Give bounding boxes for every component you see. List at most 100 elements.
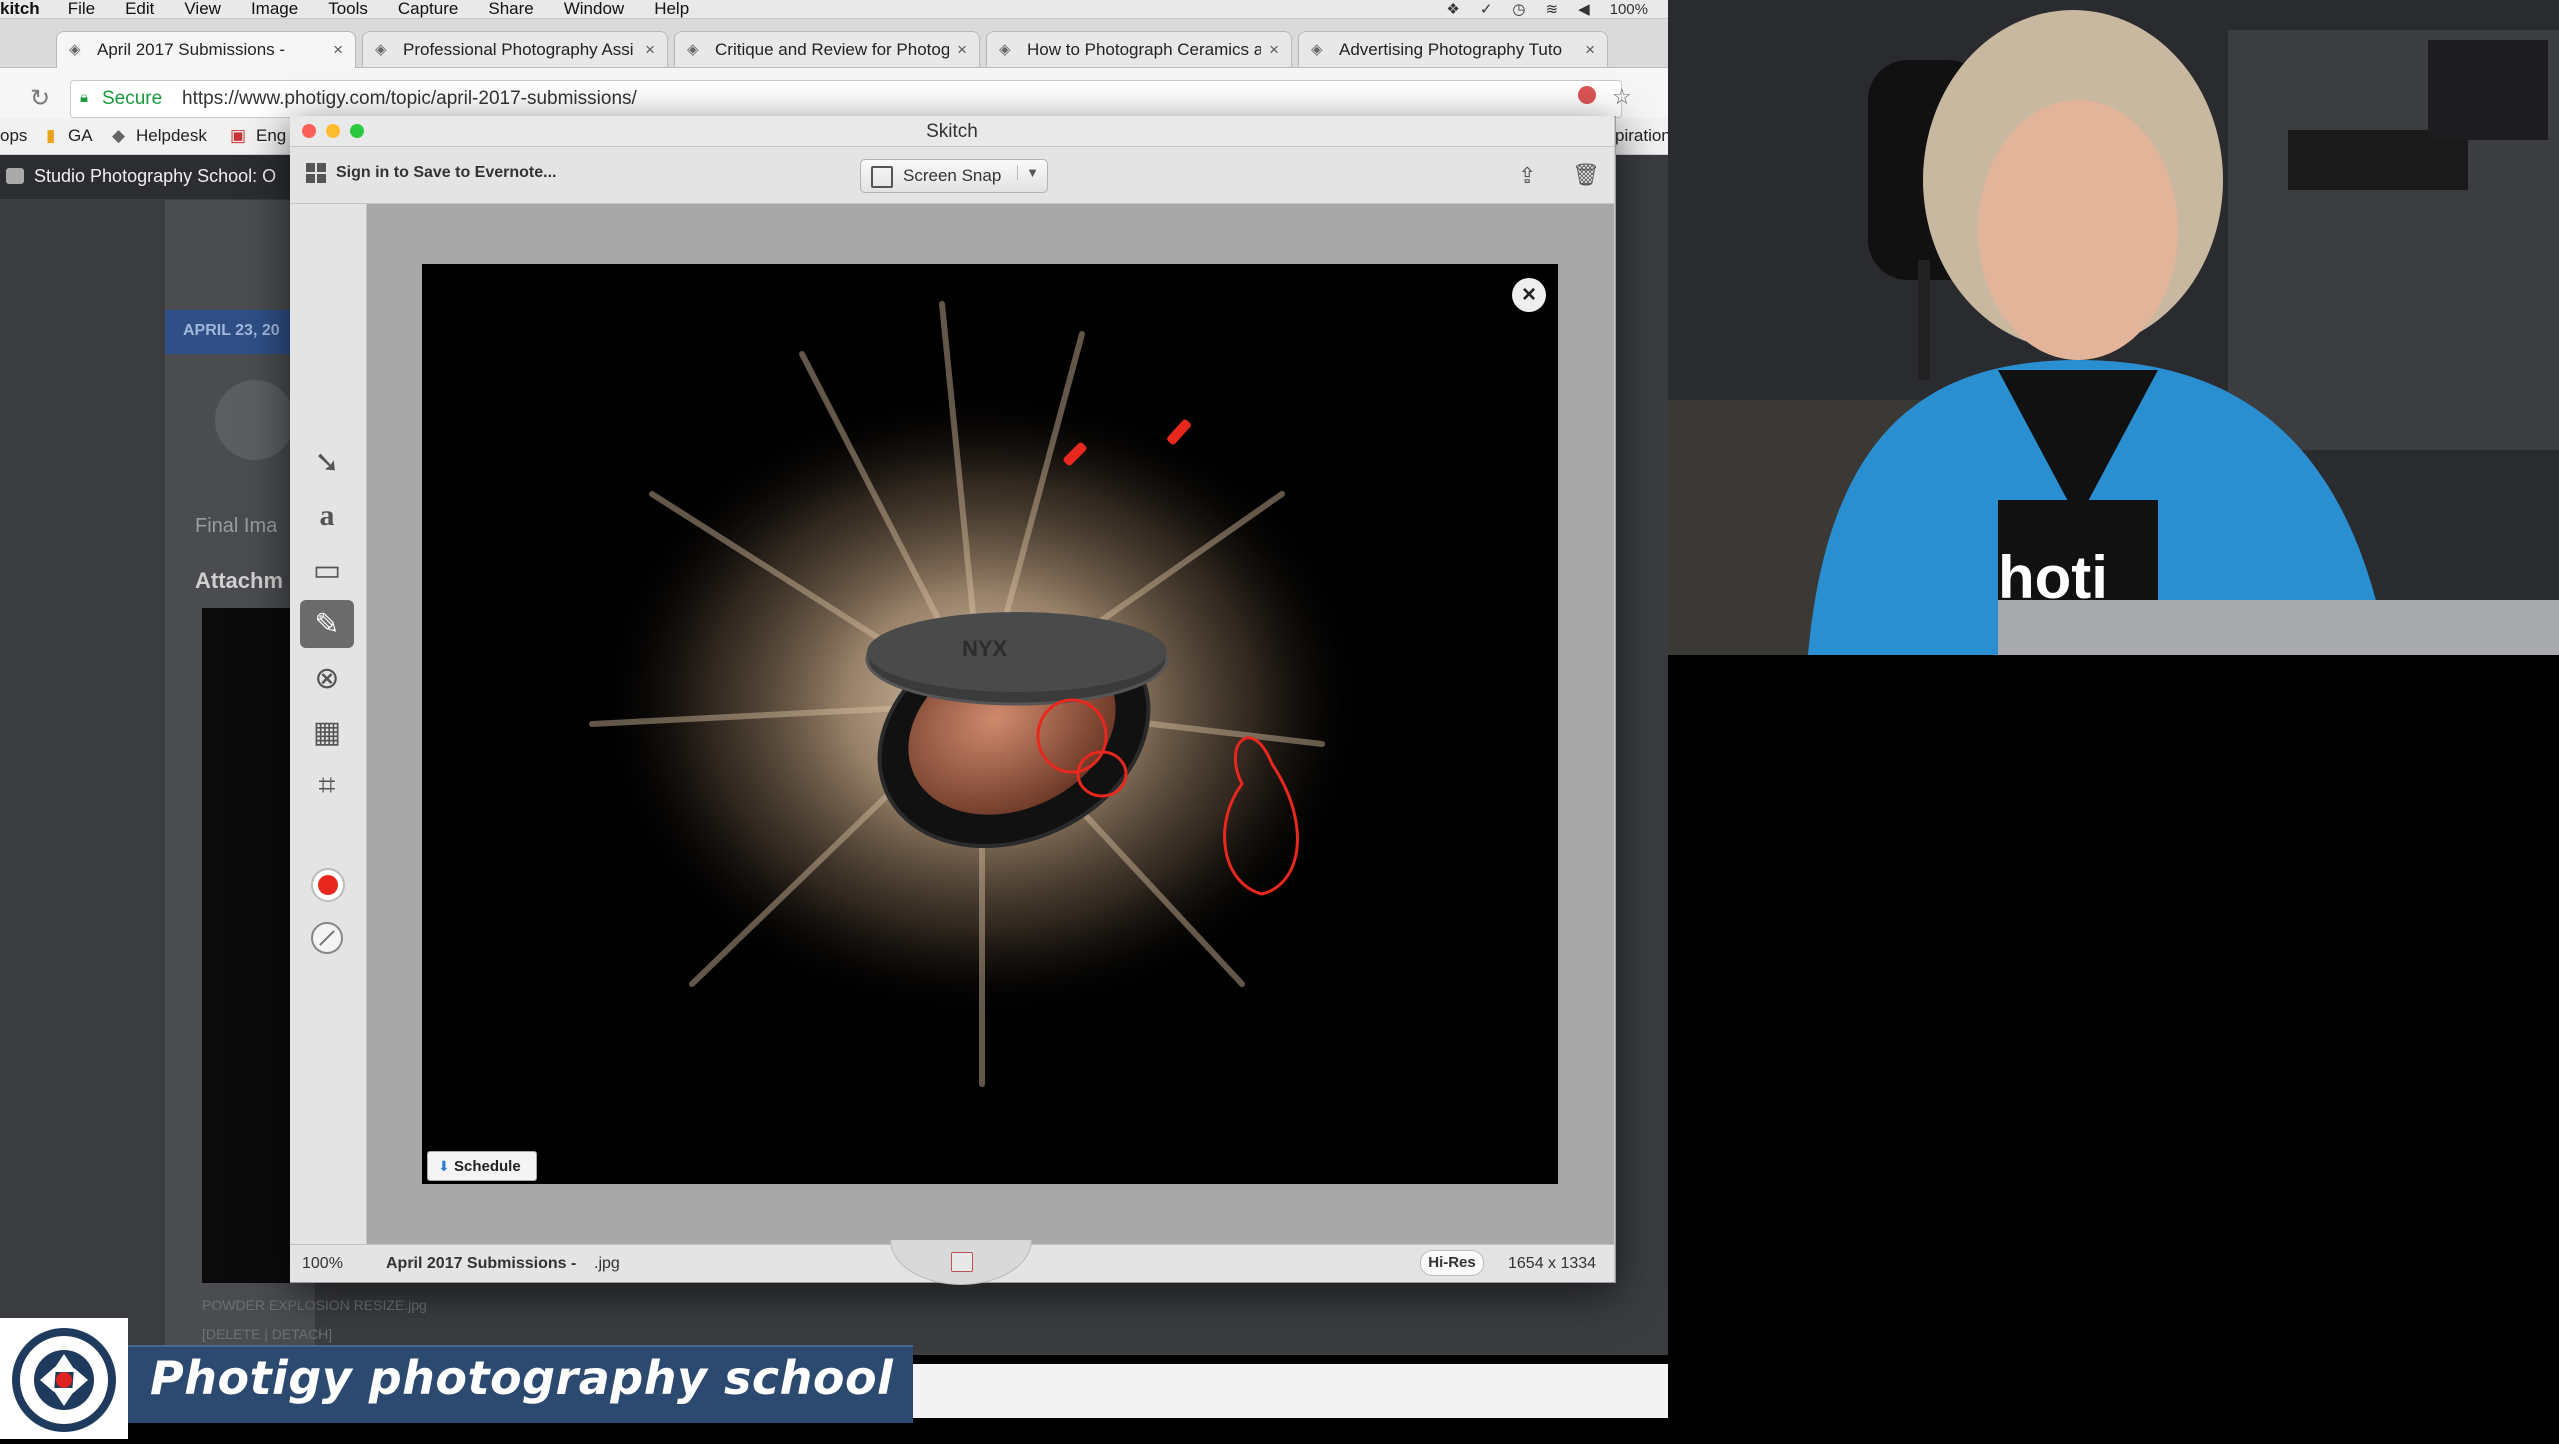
extension-icon[interactable]	[1578, 86, 1596, 104]
secure-label: Secure	[102, 88, 163, 109]
schedule-icon: ⬇	[438, 1158, 450, 1174]
arrow-tool-icon[interactable]: ➘	[300, 438, 354, 486]
photigy-favicon-icon: ◈	[1311, 40, 1323, 58]
attachments-heading: Attachm	[195, 568, 284, 593]
menubar-status-area: ❖ ✓ ◷ ≋ ◀ 100%	[1446, 0, 1668, 19]
file-format[interactable]: .jpg	[594, 1255, 620, 1273]
eng-icon: ▣	[230, 126, 247, 145]
skitch-titlebar: Skitch	[290, 116, 1614, 147]
helpdesk-icon: ◆	[112, 126, 126, 145]
menu-file[interactable]: File	[68, 0, 95, 19]
photigy-favicon-icon: ◈	[69, 41, 81, 58]
powder-explosion-image: NYX	[589, 301, 1372, 1087]
close-icon[interactable]: ×	[1585, 40, 1595, 60]
window-close-button[interactable]	[302, 124, 316, 138]
presenter-video: hoti	[1668, 0, 2559, 655]
close-icon[interactable]: ×	[645, 40, 655, 60]
tab-label: Advertising Photography Tuto	[1339, 39, 1563, 59]
attachment-actions[interactable]: [DELETE | DETACH]	[202, 1326, 332, 1342]
share-icon[interactable]: ⇪	[1518, 163, 1536, 189]
studio-tab-label: Studio Photography School: O	[34, 166, 277, 186]
attachment-filename[interactable]: POWDER EXPLOSION RESIZE.jpg	[202, 1297, 427, 1313]
close-icon[interactable]: ×	[957, 40, 967, 60]
pixelate-tool-icon[interactable]: ▦	[300, 708, 354, 756]
bookmark-ga[interactable]: GA	[68, 126, 93, 146]
tab-advertising-photography[interactable]: ◈ Advertising Photography Tuto ×	[1298, 31, 1608, 67]
bookmark-helpdesk[interactable]: Helpdesk	[136, 126, 207, 146]
attachment-preview[interactable]	[202, 608, 302, 1283]
volume-icon[interactable]: ◀	[1578, 0, 1590, 18]
menu-capture[interactable]: Capture	[398, 0, 458, 19]
tab-photograph-ceramics[interactable]: ◈ How to Photograph Ceramics a ×	[986, 31, 1292, 67]
final-image-label: Final Ima	[195, 515, 278, 537]
bookmark-inspiration[interactable]: piration	[1615, 126, 1671, 146]
wifi-icon[interactable]: ≋	[1546, 0, 1559, 18]
hi-res-toggle[interactable]: Hi-Res	[1420, 1250, 1484, 1276]
tab-professional-photography[interactable]: ◈ Professional Photography Assi ×	[362, 31, 668, 67]
date-badge: APRIL 23, 20	[165, 310, 295, 354]
close-image-button[interactable]: ×	[1512, 278, 1546, 312]
chevron-down-icon[interactable]: ▼	[1017, 165, 1039, 180]
bookmark-eng[interactable]: Eng	[256, 126, 286, 146]
zoom-level[interactable]: 100%	[302, 1255, 343, 1273]
menu-app-name[interactable]: kitch	[0, 0, 40, 19]
lock-icon: 🔒︎	[80, 89, 88, 106]
pen-tool-icon[interactable]: ✎	[300, 600, 354, 648]
schedule-button[interactable]: ⬇ Schedule	[427, 1151, 537, 1181]
text-tool-icon[interactable]: a	[300, 492, 354, 540]
color-picker-button[interactable]	[311, 868, 345, 902]
screen-snap-button[interactable]: Screen Snap ▼	[860, 159, 1048, 193]
bookmark-ga-icon: ▮	[46, 126, 56, 145]
dropbox-icon[interactable]: ❖	[1446, 0, 1459, 18]
tab-label: How to Photograph Ceramics a	[1027, 39, 1262, 59]
sign-in-link[interactable]: Sign in to Save to Evernote...	[336, 164, 556, 182]
photigy-favicon-icon: ◈	[687, 40, 699, 58]
rectangle-tool-icon[interactable]: ▭	[300, 546, 354, 594]
browser-tab-bar: ◈ April 2017 Submissions - × ◈ Professio…	[0, 19, 1668, 68]
aperture-logo-icon	[12, 1328, 116, 1432]
site-studio-tab[interactable]: Studio Photography School: O	[0, 155, 292, 199]
url-text[interactable]: https://www.photigy.com/topic/april-2017…	[182, 88, 637, 110]
menu-share[interactable]: Share	[488, 0, 533, 19]
file-drag-icon	[951, 1252, 973, 1272]
skitch-title: Skitch	[926, 121, 978, 142]
trash-icon[interactable]: 🗑︎	[1572, 162, 1600, 188]
highlighter-tool-icon[interactable]: ⊗	[300, 654, 354, 702]
photigy-favicon-icon: ◈	[375, 40, 387, 58]
time-machine-icon[interactable]: ◷	[1512, 0, 1525, 18]
close-icon[interactable]: ×	[1269, 40, 1279, 60]
tab-label: Critique and Review for Photog	[715, 39, 950, 59]
tab-critique-review[interactable]: ◈ Critique and Review for Photog ×	[674, 31, 980, 67]
mac-menubar: kitch File Edit View Image Tools Capture…	[0, 0, 1668, 19]
menu-edit[interactable]: Edit	[125, 0, 154, 19]
image-dimensions: 1654 x 1334	[1508, 1255, 1597, 1272]
annotated-photo[interactable]: NYX	[422, 264, 1558, 1184]
close-icon[interactable]: ×	[333, 40, 343, 60]
battery-percent[interactable]: 100%	[1610, 1, 1648, 18]
stroke-width-button[interactable]	[311, 922, 343, 954]
window-minimize-button[interactable]	[326, 124, 340, 138]
reload-icon[interactable]: ↻	[30, 84, 50, 113]
bookmark-star-icon[interactable]: ☆	[1612, 84, 1632, 110]
menu-window[interactable]: Window	[564, 0, 624, 19]
webcam-feed: hoti	[1668, 0, 2559, 655]
avatar	[215, 380, 295, 460]
crop-tool-icon[interactable]: ⌗	[300, 762, 354, 810]
window-zoom-button[interactable]	[350, 124, 364, 138]
menu-image[interactable]: Image	[251, 0, 298, 19]
menu-tools[interactable]: Tools	[328, 0, 368, 19]
tab-label: Professional Photography Assi	[403, 39, 634, 59]
photigy-favicon-icon: ◈	[999, 40, 1011, 58]
empty-black-area	[1668, 655, 2559, 1439]
date-badge-text: APRIL 23, 20	[183, 322, 280, 339]
file-name[interactable]: April 2017 Submissions -	[386, 1255, 576, 1273]
studio-icon	[6, 168, 24, 184]
screen-snap-label: Screen Snap	[903, 166, 1002, 185]
menu-view[interactable]: View	[184, 0, 221, 19]
check-icon[interactable]: ✓	[1480, 0, 1493, 18]
tab-april-submissions[interactable]: ◈ April 2017 Submissions - ×	[56, 31, 356, 68]
svg-text:NYX: NYX	[962, 636, 1008, 661]
menu-help[interactable]: Help	[654, 0, 689, 19]
evernote-grid-icon[interactable]	[306, 163, 326, 183]
bookmark-apps[interactable]: ops	[0, 126, 27, 146]
